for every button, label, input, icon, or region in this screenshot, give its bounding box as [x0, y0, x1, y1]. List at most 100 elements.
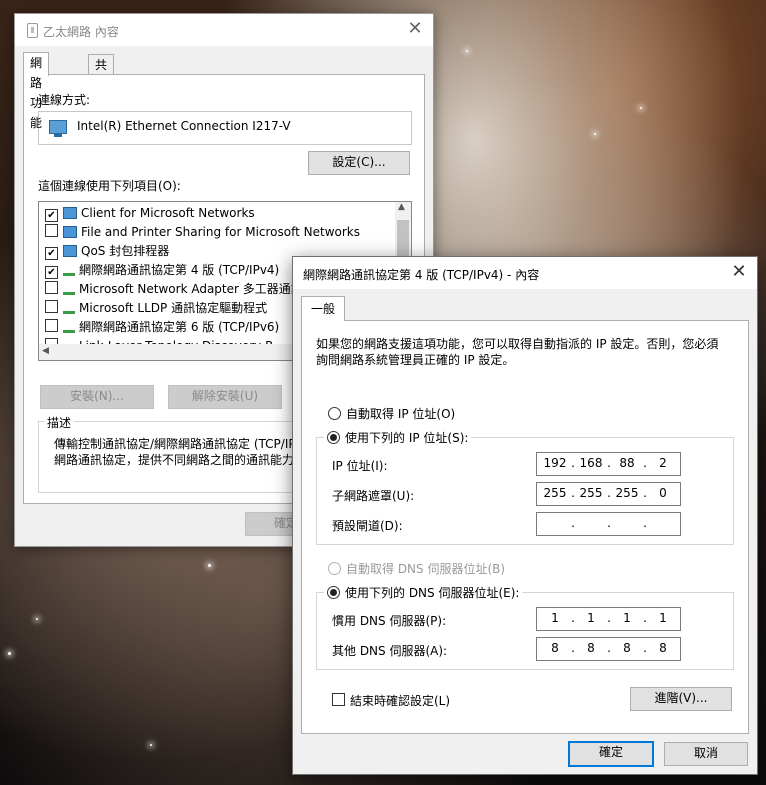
radio-icon: [328, 562, 341, 575]
description-text: 網路通訊協定，提供不同網路之間的通訊能力: [54, 453, 295, 467]
manual-dns-label: 使用下列的 DNS 伺服器位址(E):: [345, 586, 520, 600]
item-label: Microsoft Network Adapter 多工器通訊: [79, 282, 303, 296]
tab-sharing[interactable]: 共用: [88, 54, 115, 92]
list-item[interactable]: 網際網路通訊協定第 6 版 (TCP/IPv6): [45, 318, 279, 336]
checkbox[interactable]: ✔: [45, 209, 58, 222]
dot: .: [643, 456, 647, 470]
dot: .: [571, 486, 575, 500]
preferred-dns-label: 慣用 DNS 伺服器(P):: [332, 614, 447, 628]
ip-octet: 8: [587, 641, 595, 655]
list-item[interactable]: ✔ 網際網路通訊協定第 4 版 (TCP/IPv4): [45, 261, 279, 279]
ip-octet: 255: [579, 486, 603, 500]
radio-icon: [327, 586, 340, 599]
close-icon[interactable]: ✕: [727, 261, 751, 283]
network-client-icon: [63, 226, 77, 238]
close-icon[interactable]: ✕: [403, 18, 427, 40]
ip-octet: 192: [543, 456, 567, 470]
auto-dns-label: 自動取得 DNS 伺服器位址(B): [346, 562, 506, 576]
dot: .: [607, 486, 611, 500]
dot: .: [571, 516, 575, 530]
tab-networking[interactable]: 網路功能: [23, 52, 50, 130]
checkbox[interactable]: ✔: [45, 266, 58, 279]
ok-button[interactable]: 確定: [568, 741, 654, 767]
scroll-up-icon[interactable]: ▲: [398, 202, 405, 212]
adapter-box: Intel(R) Ethernet Connection I217-V: [38, 111, 412, 145]
subnet-label: 子網路遮罩(U):: [332, 489, 415, 503]
item-label: 網際網路通訊協定第 4 版 (TCP/IPv4): [79, 263, 280, 277]
dot: .: [571, 611, 575, 625]
dot: .: [643, 641, 647, 655]
description-text: 傳輸控制通訊協定/網際網路通訊協定 (TCP/IP: [54, 437, 296, 451]
auto-dns-radio[interactable]: 自動取得 DNS 伺服器位址(B): [328, 560, 505, 577]
validate-checkbox[interactable]: 結束時確認設定(L): [332, 692, 450, 709]
radio-icon: [328, 407, 341, 420]
item-label: Client for Microsoft Networks: [81, 206, 255, 220]
ip-octet: 168: [579, 456, 603, 470]
title-bar: 網際網路通訊協定第 4 版 (TCP/IPv4) - 內容 ✕: [293, 257, 757, 289]
dot: .: [607, 456, 611, 470]
checkbox-icon: [332, 693, 345, 706]
ip-octet: 1: [623, 611, 631, 625]
auto-ip-radio[interactable]: 自動取得 IP 位址(O): [328, 405, 455, 422]
checkbox[interactable]: [45, 281, 58, 294]
dot: .: [571, 641, 575, 655]
star: [150, 744, 152, 746]
list-item[interactable]: ✔ QoS 封包排程器: [45, 242, 169, 260]
network-client-icon: [63, 207, 77, 219]
items-label: 這個連線使用下列項目(O):: [38, 179, 181, 193]
dot: .: [643, 486, 647, 500]
dot: .: [643, 611, 647, 625]
gateway-field[interactable]: . . .: [536, 512, 681, 536]
list-item[interactable]: ✔ Client for Microsoft Networks: [45, 204, 255, 222]
network-client-icon: [63, 245, 77, 257]
ip-octet: 8: [551, 641, 559, 655]
dot: .: [607, 641, 611, 655]
network-adapter-icon: [49, 120, 67, 137]
list-item[interactable]: Microsoft LLDP 通訊協定驅動程式: [45, 299, 267, 317]
dot: .: [643, 516, 647, 530]
checkbox[interactable]: [45, 300, 58, 313]
ip-octet: 255: [543, 486, 567, 500]
cancel-button[interactable]: 取消: [664, 742, 748, 766]
scroll-left-icon[interactable]: ◀: [42, 346, 49, 356]
protocol-icon: [63, 305, 75, 314]
manual-ip-radio[interactable]: 使用下列的 IP 位址(S):: [324, 429, 472, 446]
gateway-label: 預設閘道(D):: [332, 519, 403, 533]
validate-label: 結束時確認設定(L): [350, 694, 451, 708]
connect-using-label: 連線方式:: [38, 93, 91, 107]
uninstall-button[interactable]: 解除安裝(U): [168, 385, 282, 409]
star: [208, 564, 211, 567]
ip-label: IP 位址(I):: [332, 459, 388, 473]
subnet-mask-field[interactable]: 255. 255. 255. 0: [536, 482, 681, 506]
star: [640, 107, 642, 109]
star: [466, 50, 468, 52]
manual-ip-label: 使用下列的 IP 位址(S):: [345, 431, 469, 445]
ip-octet: 1: [659, 611, 667, 625]
description-legend: 描述: [44, 414, 75, 431]
title-bar: 乙太網路 內容 ✕: [15, 14, 433, 46]
ip-octet: 8: [623, 641, 631, 655]
network-adapter-icon: [27, 23, 38, 38]
ip-octet: 8: [659, 641, 667, 655]
protocol-icon: [63, 286, 75, 295]
ip-address-field[interactable]: 192. 168. 88. 2: [536, 452, 681, 476]
dot: .: [607, 611, 611, 625]
star: [36, 618, 38, 620]
manual-dns-radio[interactable]: 使用下列的 DNS 伺服器位址(E):: [324, 584, 523, 601]
general-panel: 如果您的網路支援這項功能，您可以取得自動指派的 IP 設定。否則，您必須 詢問網…: [301, 320, 749, 734]
tab-general[interactable]: 一般: [301, 296, 345, 321]
alternate-dns-field[interactable]: 8. 8. 8. 8: [536, 637, 681, 661]
preferred-dns-field[interactable]: 1. 1. 1. 1: [536, 607, 681, 631]
install-button[interactable]: 安裝(N)...: [40, 385, 154, 409]
list-item[interactable]: File and Printer Sharing for Microsoft N…: [45, 223, 360, 241]
protocol-icon: [63, 267, 75, 276]
list-item[interactable]: Microsoft Network Adapter 多工器通訊: [45, 280, 303, 298]
checkbox[interactable]: [45, 319, 58, 332]
advanced-button[interactable]: 進階(V)...: [630, 687, 732, 711]
checkbox[interactable]: ✔: [45, 247, 58, 260]
ipv4-properties-dialog: 網際網路通訊協定第 4 版 (TCP/IPv4) - 內容 ✕ 一般 如果您的網…: [292, 256, 758, 775]
checkbox[interactable]: [45, 224, 58, 237]
ip-octet: 88: [619, 456, 635, 470]
configure-button[interactable]: 設定(C)...: [308, 151, 410, 175]
protocol-icon: [63, 324, 75, 333]
